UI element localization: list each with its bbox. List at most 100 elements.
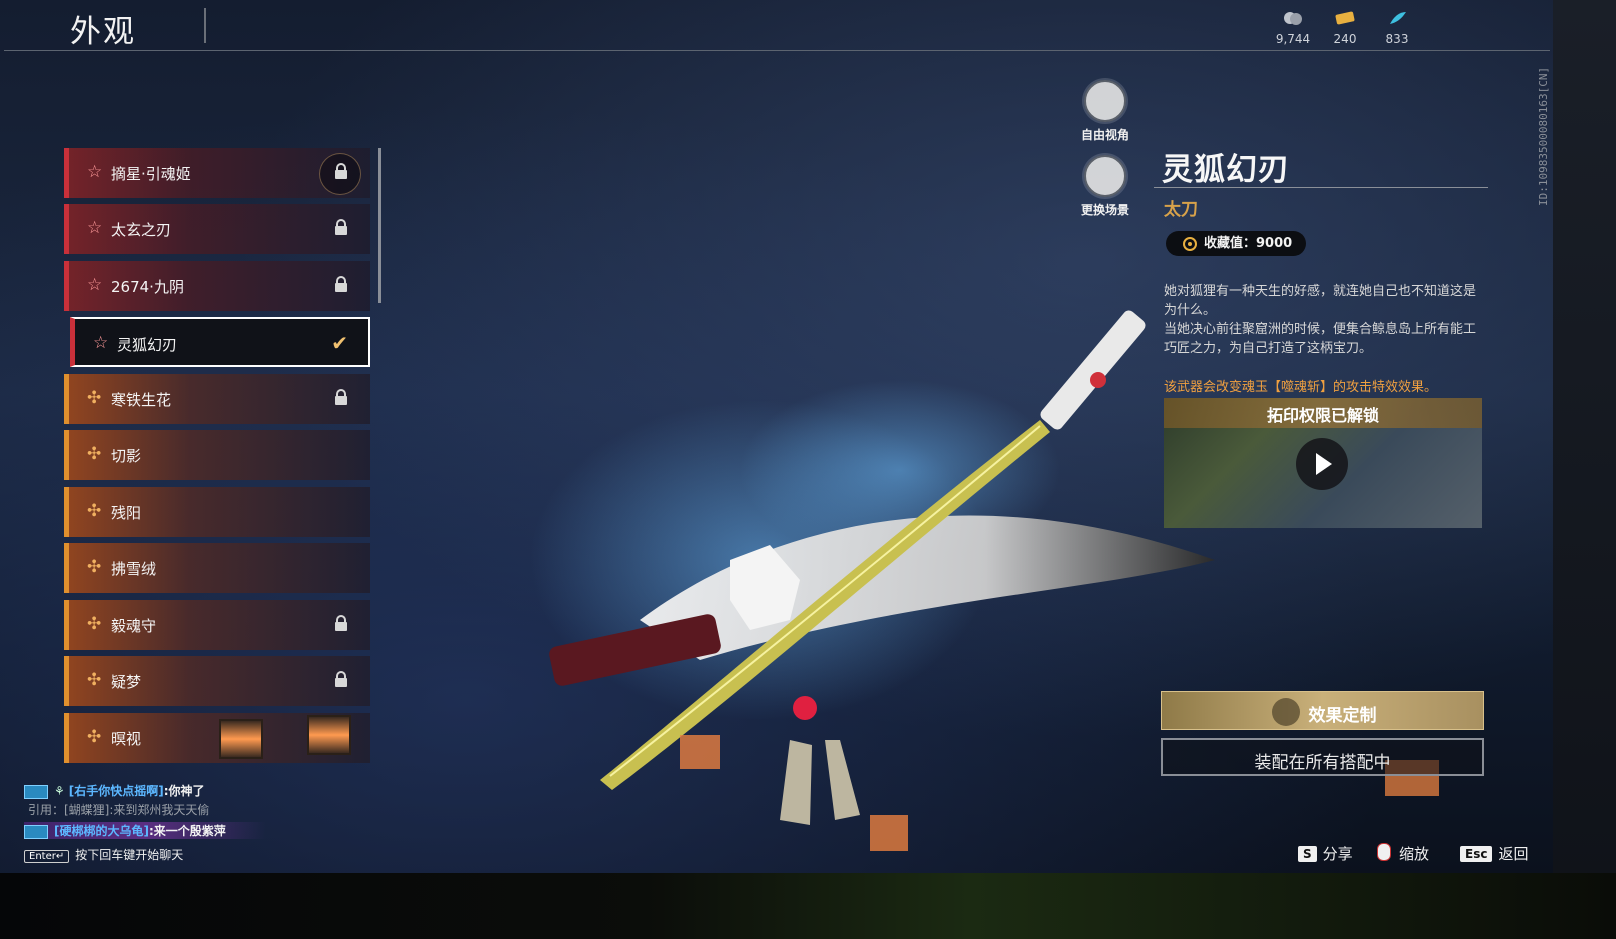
lock-icon [335,163,347,179]
skin-list[interactable]: ☆ 摘星·引魂姬 ☆ 太玄之刃 ☆ 2674·九阴 ☆ 灵狐幻刃 ✔ ✣ 寒铁生… [64,146,374,774]
skin-item[interactable]: ☆ 2674·九阴 [64,261,370,311]
chat-sender[interactable]: [右手你快点摇啊] [69,784,164,798]
chat-input-hint[interactable]: Enter↵ 按下回车键开始聊天 [24,846,183,863]
item-name: 灵狐幻刃 [1162,152,1290,188]
skin-name: 切影 [111,447,142,465]
enter-key-icon: Enter↵ [24,850,70,863]
header-rule [4,50,1550,51]
skin-item[interactable]: ☆ 太玄之刃 [64,204,370,254]
share-key: S [1298,846,1317,862]
chat-sender[interactable]: [硬梆梆的大乌龟] [54,824,149,838]
enter-hint-text: 按下回车键开始聊天 [75,848,184,862]
handle [1040,310,1146,430]
flower-icon: ✣ [87,557,102,577]
flower-icon: ✣ [87,614,102,634]
lock-icon [335,615,347,631]
description-line-1: 她对狐狸有一种天生的好感，就连她自己也不知道这是为什么。 [1164,284,1477,318]
currency-feather: 833 [1372,10,1422,46]
chat-badge-icon [24,824,48,839]
free-view-label: 自由视角 [1080,128,1129,142]
feather-token-icon [1390,12,1406,24]
preview-video[interactable]: 拓印权限已解锁 [1164,398,1482,528]
lock-icon [335,389,347,405]
lantern-icon [219,719,263,759]
change-scene-button[interactable]: 更换场景 [1070,155,1140,218]
play-icon[interactable] [1296,438,1348,490]
star-icon: ☆ [87,275,103,295]
skin-name: 疑梦 [111,673,142,691]
zoom-hint[interactable]: 缩放 [1377,843,1429,864]
skin-item[interactable]: ✣ 毅魂守 [64,600,370,650]
esc-key: Esc [1460,846,1493,862]
equip-all-button[interactable]: 装配在所有搭配中 [1161,738,1484,776]
checkmark-icon: ✔ [331,331,348,355]
lantern-icon [307,715,351,755]
share-label: 分享 [1322,845,1353,863]
flower-icon: ✣ [87,670,102,690]
lock-icon [335,219,347,235]
skin-name: 寒铁生花 [111,391,172,409]
chat-text: :你神了 [163,784,205,798]
description-line-2: 当她决心前往聚窟洲的时候，便集合鲸息岛上所有能工巧匠之力，为自己打造了这柄宝刀。 [1164,322,1477,356]
item-type: 太刀 [1164,200,1198,220]
top-bar: 外观 9,744 240 833 [0,0,1553,52]
skin-item[interactable]: ✣ 寒铁生花 [64,374,370,424]
skin-name: 灵狐幻刃 [117,336,178,354]
title-divider [204,8,206,43]
skin-item[interactable]: ✣ 切影 [64,430,370,480]
chat-quote: 引用：[蝴蝶狸]:来到郑州我天天偷 [28,803,210,817]
skin-name: 摘星·引魂姬 [111,165,191,183]
back-label: 返回 [1498,845,1529,863]
skin-item[interactable]: ✣ 残阳 [64,487,370,537]
equip-all-label: 装配在所有搭配中 [1254,753,1391,773]
change-scene-label: 更换场景 [1080,203,1129,217]
skin-name: 残阳 [111,504,142,522]
bottom-edge-strip [0,873,1616,939]
star-icon: ☆ [87,218,103,238]
star-icon: ☆ [87,162,103,182]
skin-item[interactable]: ✣ 暝视 [64,713,370,763]
flower-icon: ✣ [87,727,102,747]
skin-item[interactable]: ☆ 摘星·引魂姬 [64,148,370,198]
free-view-button[interactable]: 自由视角 [1070,80,1140,143]
skin-item[interactable]: ✣ 疑梦 [64,656,370,706]
back-hint[interactable]: Esc 返回 [1460,843,1528,864]
gold-ticket-icon [1335,11,1355,25]
currency-coins-value: 9,744 [1275,32,1311,46]
game-scene: 外观 9,744 240 833 ☆ 摘星·引魂姬 ☆ 太玄之刃 ☆ 2674·… [0,0,1553,873]
effect-customize-button[interactable]: 效果定制 [1161,691,1484,730]
flower-icon: ✣ [87,388,102,408]
camera-icon [1084,80,1126,122]
spiral-icon [1183,237,1197,251]
player-id: ID:10983500080163[CN] [1537,66,1550,206]
skin-item[interactable]: ✣ 拂雪绒 [64,543,370,593]
skin-list-scrollbar[interactable] [378,148,381,303]
lantern [870,815,908,851]
skin-name: 2674·九阴 [111,278,184,296]
effect-customize-label: 效果定制 [1308,706,1377,726]
chat-message: ⚘ [右手你快点摇啊]:你神了 [24,782,205,799]
collection-badge: 收藏值：9000 [1166,231,1307,256]
guild-emblem-icon: ⚘ [54,784,65,798]
chat-text: :来一个殷紫萍 [148,824,226,838]
flower-icon: ✣ [87,444,102,464]
share-hint[interactable]: S 分享 [1298,843,1353,864]
title-rule [1154,187,1488,188]
collection-value: 收藏值：9000 [1204,236,1293,251]
video-title: 拓印权限已解锁 [1266,406,1379,425]
handle-gem [1090,372,1106,388]
lock-icon [335,671,347,687]
star-icon: ☆ [93,333,109,353]
currency-gold-value: 240 [1333,32,1357,46]
zoom-label: 缩放 [1399,845,1430,863]
currency-feather-value: 833 [1385,32,1409,46]
page-title: 外观 [70,14,136,50]
skin-item-selected[interactable]: ☆ 灵狐幻刃 ✔ [70,317,370,367]
mouse-icon [1377,843,1391,861]
skin-name: 毅魂守 [111,617,157,635]
currency-coins: 9,744 [1268,10,1318,46]
tassel [780,740,860,825]
lantern [680,735,720,769]
chat-box[interactable]: ⚘ [右手你快点摇啊]:你神了 引用：[蝴蝶狸]:来到郑州我天天偷 [硬梆梆的大乌… [24,780,354,870]
skin-name: 拂雪绒 [111,560,157,578]
